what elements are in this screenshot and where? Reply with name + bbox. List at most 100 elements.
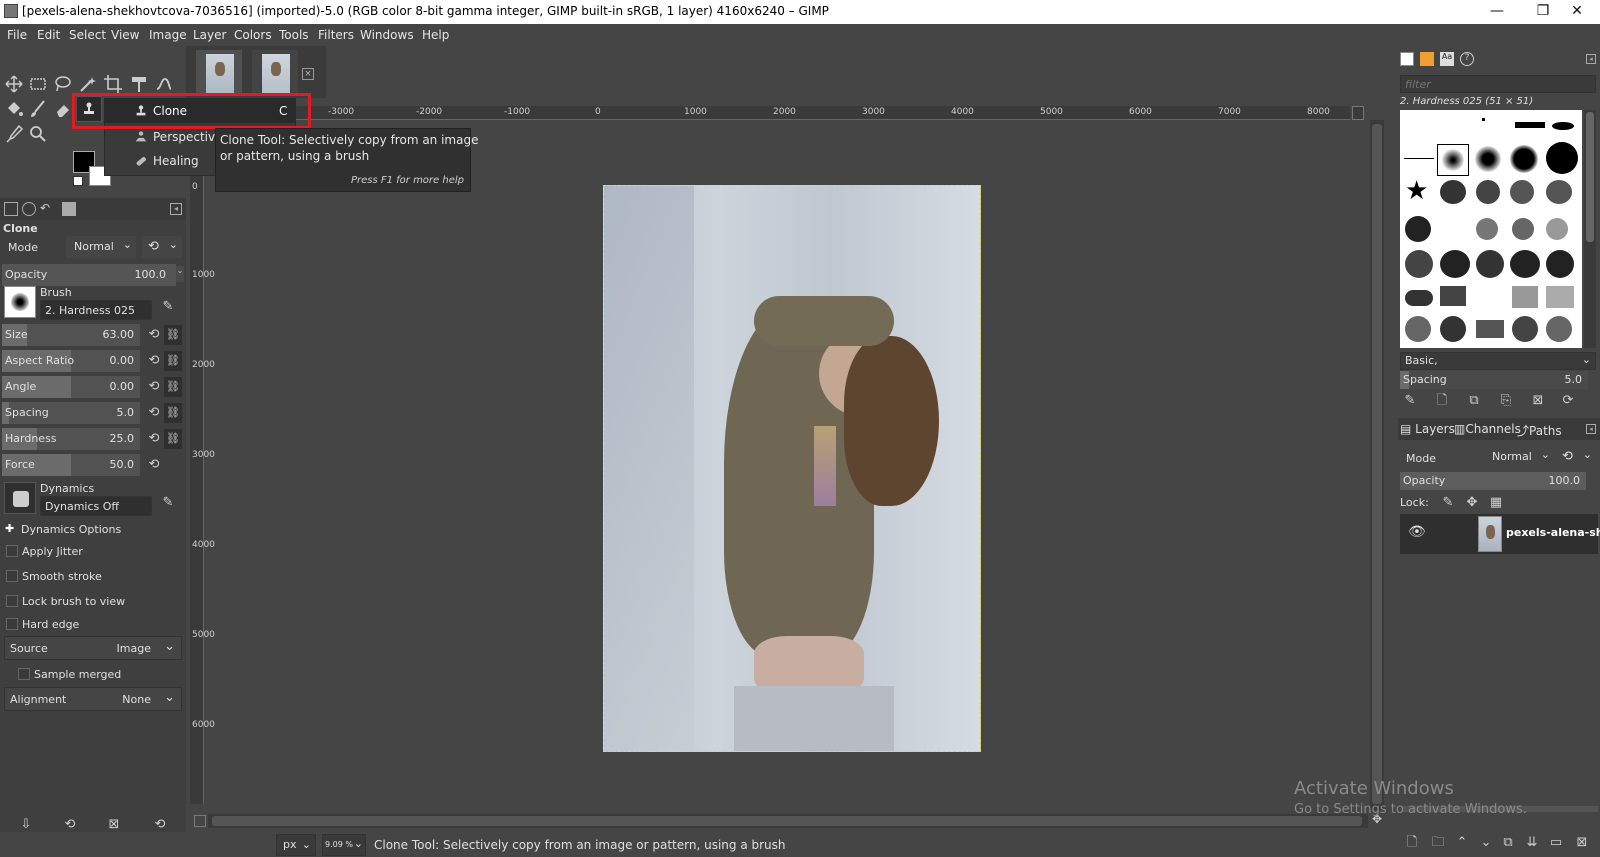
canvas-image[interactable] (603, 185, 981, 752)
dynamics-name[interactable]: Dynamics Off (40, 496, 152, 516)
horizontal-scrollbar[interactable] (208, 814, 1368, 828)
quick-mask-toggle[interactable] (194, 815, 206, 827)
edit-brush-icon[interactable]: ✎ (158, 298, 178, 316)
paths-tab[interactable]: ⤴Paths (1517, 422, 1562, 439)
transform-tool-icon[interactable] (128, 73, 150, 95)
reset-force-icon[interactable]: ⟲ (146, 457, 162, 473)
images-tab-icon[interactable] (62, 202, 76, 216)
smooth-stroke-checkbox[interactable] (6, 570, 18, 582)
configure-tab-icon[interactable]: ◂ (1586, 424, 1596, 434)
eye-icon[interactable]: 👁 (1408, 524, 1426, 540)
layer-opacity-slider[interactable]: Opacity 100.0 (1400, 472, 1586, 490)
minimize-button[interactable]: — (1474, 0, 1520, 24)
reset-options-icon[interactable]: ⟲ (150, 816, 170, 834)
layers-tab[interactable]: ▤ Layers (1400, 422, 1455, 436)
vertical-scroll-thumb[interactable] (1372, 124, 1382, 804)
configure-tab-icon[interactable]: ◂ (1586, 54, 1596, 64)
delete-brush-button[interactable]: ⊠ (1528, 392, 1548, 410)
rect-select-icon[interactable] (27, 73, 49, 95)
menu-colors[interactable]: Colors (234, 28, 272, 42)
move-tool-icon[interactable] (3, 73, 25, 95)
new-layer-button[interactable]: 🗀 (1428, 834, 1448, 852)
color-picker-icon[interactable] (3, 123, 25, 145)
reset-size-icon[interactable]: ⟲ (146, 327, 162, 343)
dynamics-options-label[interactable]: Dynamics Options (21, 523, 121, 536)
eraser-icon[interactable] (52, 98, 74, 120)
brush-filter-input[interactable] (1400, 75, 1596, 93)
edit-dynamics-icon[interactable]: ✎ (158, 494, 178, 512)
warp-tool-icon[interactable] (153, 73, 175, 95)
layer-mask-button[interactable]: ▭ (1546, 834, 1566, 852)
zoom-tool-icon[interactable] (27, 123, 49, 145)
reset-aspect-icon[interactable]: ⟲ (146, 353, 162, 369)
patterns-tab-icon[interactable] (1420, 52, 1434, 66)
sample-merged-checkbox[interactable] (18, 668, 30, 680)
image-tab-2[interactable] (252, 50, 298, 96)
mode-select[interactable]: Normal ⌄ (66, 236, 136, 258)
vertical-scrollbar[interactable] (1370, 120, 1384, 810)
link-aspect-icon[interactable]: ⛓ (164, 351, 182, 371)
brush-preview[interactable] (4, 286, 36, 318)
expander-icon[interactable]: ✚ (5, 523, 17, 535)
device-status-tab-icon[interactable] (22, 202, 36, 216)
opacity-slider[interactable]: Opacity 100.0 (2, 264, 176, 286)
menu-edit[interactable]: Edit (37, 28, 60, 42)
aspect-ratio-slider[interactable]: Aspect Ratio 0.00 (2, 350, 140, 372)
source-select[interactable]: Source Image ⌄ (4, 636, 182, 660)
dynamics-preview[interactable] (4, 482, 36, 514)
menu-select[interactable]: Select (69, 28, 106, 42)
brush-preset-select[interactable]: Basic, ⌄ (1400, 352, 1596, 370)
copy-location-button[interactable]: ⎘ (1496, 392, 1516, 410)
save-options-icon[interactable]: ⇩ (16, 816, 36, 834)
lock-alpha-icon[interactable]: ▦ (1486, 494, 1506, 512)
configure-tab-icon[interactable]: ◂ (170, 203, 182, 215)
layer-composite-button[interactable]: ⟲ ⌄ (1558, 446, 1596, 468)
help-tab-icon[interactable]: ? (1460, 52, 1474, 66)
menu-help[interactable]: Help (422, 28, 449, 42)
lower-layer-button[interactable]: ⌄ (1476, 834, 1496, 852)
lock-pixels-icon[interactable]: ✎ (1438, 494, 1458, 512)
opacity-spin[interactable]: ⌄ (176, 266, 184, 282)
menu-layer[interactable]: Layer (193, 28, 226, 42)
reverse-mode-button[interactable]: ⟲ ⌄ (142, 236, 182, 258)
brush-grid[interactable]: ★ (1400, 110, 1582, 348)
fuzzy-select-icon[interactable] (77, 73, 99, 95)
duplicate-brush-button[interactable]: ⧉ (1464, 392, 1484, 410)
layer-row[interactable]: 👁 pexels-alena-sh (1400, 514, 1600, 554)
brush-scroll-thumb[interactable] (1586, 112, 1594, 242)
force-slider[interactable]: Force 50.0 (2, 454, 140, 476)
link-angle-icon[interactable]: ⛓ (164, 377, 182, 397)
size-slider[interactable]: Size 63.00 (2, 324, 140, 346)
layer-name[interactable]: pexels-alena-sh (1506, 526, 1600, 539)
zoom-to-fit-icon[interactable] (1352, 106, 1364, 120)
link-hardness-icon[interactable]: ⛓ (164, 429, 182, 449)
restore-options-icon[interactable]: ⟲ (60, 816, 80, 834)
duplicate-layer-button[interactable]: ⧉ (1498, 834, 1518, 852)
fonts-tab-icon[interactable]: Aa (1440, 52, 1454, 66)
close-tab-icon[interactable]: × (302, 68, 314, 80)
hardness-slider[interactable]: Hardness 25.0 (2, 428, 140, 450)
reset-hardness-icon[interactable]: ⟲ (146, 431, 162, 447)
menu-view[interactable]: View (111, 28, 139, 42)
alignment-select[interactable]: Alignment None ⌄ (4, 687, 182, 711)
default-colors-icon[interactable] (73, 176, 83, 186)
unit-select[interactable]: px ⌄ (276, 834, 316, 856)
lasso-tool-icon[interactable] (52, 73, 74, 95)
new-brush-button[interactable]: 🗋 (1432, 392, 1452, 410)
reset-spacing-icon[interactable]: ⟲ (146, 405, 162, 421)
horizontal-scroll-thumb[interactable] (212, 816, 1362, 826)
brush-spacing-slider[interactable]: Spacing 5.0 (1400, 371, 1588, 389)
new-layer-group-button[interactable]: 🗋 (1402, 834, 1422, 852)
delete-options-icon[interactable]: ⊠ (104, 816, 124, 834)
apply-jitter-checkbox[interactable] (6, 545, 18, 557)
link-size-icon[interactable]: ⛓ (164, 325, 182, 345)
bucket-fill-icon[interactable] (3, 98, 25, 120)
link-spacing-icon[interactable]: ⛓ (164, 403, 182, 423)
brush-name[interactable]: 2. Hardness 025 (40, 300, 152, 320)
channels-tab[interactable]: ▥Channels (1454, 422, 1521, 436)
refresh-brushes-button[interactable]: ⟳ (1558, 392, 1578, 410)
menu-file[interactable]: File (7, 28, 27, 42)
brush-selected[interactable] (1437, 144, 1469, 176)
lock-position-icon[interactable]: ✥ (1462, 494, 1482, 512)
merge-layer-button[interactable]: ⇊ (1522, 834, 1542, 852)
